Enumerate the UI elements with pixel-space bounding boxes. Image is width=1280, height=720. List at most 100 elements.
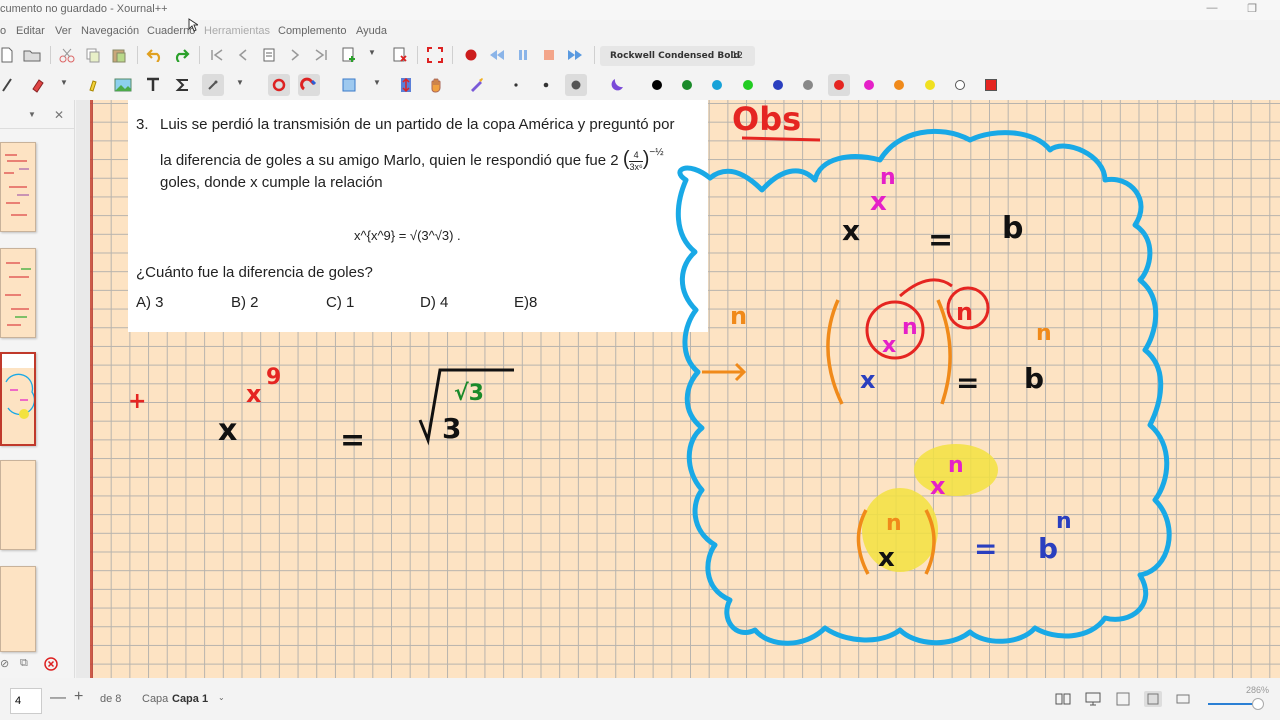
snap-grid-icon[interactable] <box>298 74 320 96</box>
page-count: de 8 <box>100 693 122 705</box>
color-swatch-10[interactable] <box>919 74 941 96</box>
cut-icon[interactable] <box>56 44 78 66</box>
color-swatch-3[interactable] <box>706 74 728 96</box>
ink-n-circled: n <box>902 315 918 340</box>
sidebar-actions: ⊘ ⧉ <box>0 653 75 677</box>
select-tool-icon[interactable] <box>202 74 224 96</box>
pen-tool-icon[interactable] <box>0 74 18 96</box>
record-icon[interactable] <box>460 44 482 66</box>
ink-nine: 9 <box>266 365 281 390</box>
shape-recognizer-icon[interactable] <box>268 74 290 96</box>
previous-page-icon[interactable] <box>232 44 254 66</box>
first-page-icon[interactable] <box>206 44 228 66</box>
insert-page-dropdown[interactable]: ▼ <box>368 48 376 57</box>
paste-icon[interactable] <box>108 44 130 66</box>
eraser-tool-icon[interactable] <box>26 74 48 96</box>
zoom-page-width-icon[interactable] <box>1174 691 1192 707</box>
page-layout-icon[interactable]: ⊘ <box>0 657 9 670</box>
next-page-icon[interactable] <box>284 44 306 66</box>
drawing-canvas[interactable]: 3. Luis se perdió la transmisión de un p… <box>76 100 1280 678</box>
color-swatch-1[interactable] <box>646 74 668 96</box>
window-title: cumento no guardado - Xournal++ <box>0 3 168 15</box>
cloud-outline <box>675 128 1172 646</box>
stop-icon[interactable] <box>538 44 560 66</box>
page-thumbnail-2[interactable] <box>0 248 36 338</box>
maximize-button[interactable]: ❐ <box>1242 2 1262 15</box>
color-swatch-9[interactable] <box>888 74 910 96</box>
minimize-button[interactable]: — <box>1202 2 1222 14</box>
menu-complemento[interactable]: Complemento <box>278 25 346 37</box>
default-tool-icon[interactable] <box>465 74 487 96</box>
color-swatch-2[interactable] <box>676 74 698 96</box>
page-thumbnail-4[interactable] <box>0 460 36 550</box>
delete-page-icon[interactable] <box>389 44 411 66</box>
layer-dropdown[interactable]: ⌄ <box>218 693 225 702</box>
page-thumbnail-3-current[interactable] <box>0 352 36 446</box>
close-sidebar-icon[interactable]: ✕ <box>54 108 64 122</box>
layer-selector[interactable]: Capa 1 <box>172 693 208 705</box>
duplicate-page-icon[interactable]: ⧉ <box>20 657 28 670</box>
color-swatch-8[interactable] <box>858 74 880 96</box>
new-document-icon[interactable] <box>0 44 18 66</box>
ink-equals-left: = <box>340 423 365 458</box>
page-thumbnail-5[interactable] <box>0 566 36 652</box>
menu-navegacion[interactable]: Navegación <box>81 25 139 37</box>
zoom-slider-handle[interactable] <box>1252 698 1264 710</box>
presentation-mode-icon[interactable] <box>1084 691 1102 707</box>
ink-n-b-rule3: n <box>1056 509 1072 534</box>
fullscreen-icon[interactable] <box>424 44 446 66</box>
menu-editar[interactable]: Editar <box>16 25 45 37</box>
page-increment-button[interactable]: + <box>74 688 83 706</box>
eraser-dropdown[interactable]: ▼ <box>60 78 68 87</box>
delete-page-sidebar-icon[interactable] <box>44 657 58 671</box>
menu-ayuda[interactable]: Ayuda <box>356 25 387 37</box>
zoom-level: 286% <box>1246 685 1270 695</box>
page-thumbnail-1[interactable] <box>0 142 36 232</box>
image-tool-icon[interactable] <box>112 74 134 96</box>
fill-icon[interactable] <box>606 74 628 96</box>
color-swatch-4[interactable] <box>737 74 759 96</box>
color-swatch-7[interactable] <box>828 74 850 96</box>
select-dropdown[interactable]: ▼ <box>236 78 244 87</box>
pen-size-thick-icon[interactable] <box>565 74 587 96</box>
page-number-input[interactable] <box>10 688 42 714</box>
font-selector-button[interactable]: Rockwell Condensed Bold 12 <box>600 46 755 66</box>
menu-ver[interactable]: Ver <box>55 25 72 37</box>
custom-color-button[interactable] <box>980 74 1002 96</box>
menu-herramientas[interactable]: Herramientas <box>204 25 270 37</box>
sidebar-dropdown[interactable]: ▼ <box>28 110 36 119</box>
goto-page-icon[interactable] <box>258 44 280 66</box>
text-tool-icon[interactable] <box>142 74 164 96</box>
title-bar: cumento no guardado - Xournal++ — ❐ <box>0 0 1280 20</box>
shape-dropdown[interactable]: ▼ <box>373 78 381 87</box>
fast-forward-icon[interactable] <box>564 44 586 66</box>
ink-x-circled: x <box>882 333 896 358</box>
zoom-100-icon[interactable] <box>1144 691 1162 707</box>
page-decrement-button[interactable]: — <box>50 689 66 707</box>
pause-icon[interactable] <box>512 44 534 66</box>
last-page-icon[interactable] <box>310 44 332 66</box>
color-swatch-11[interactable] <box>949 74 971 96</box>
highlighter-tool-icon[interactable] <box>82 74 104 96</box>
hand-tool-icon[interactable] <box>425 74 447 96</box>
grid-page[interactable]: 3. Luis se perdió la transmisión de un p… <box>90 100 1280 678</box>
zoom-slider-track[interactable] <box>1208 703 1258 705</box>
font-size: 12 <box>731 51 743 61</box>
rectangle-tool-icon[interactable] <box>338 74 360 96</box>
two-page-view-icon[interactable] <box>1054 691 1072 707</box>
redo-icon[interactable] <box>170 44 192 66</box>
copy-icon[interactable] <box>82 44 104 66</box>
vertical-space-icon[interactable] <box>395 74 417 96</box>
menu-archivo[interactable]: o <box>0 25 6 37</box>
color-swatch-5[interactable] <box>767 74 789 96</box>
undo-icon[interactable] <box>144 44 166 66</box>
color-swatch-6[interactable] <box>797 74 819 96</box>
insert-page-icon[interactable] <box>338 44 360 66</box>
pen-size-fine-icon[interactable] <box>505 74 527 96</box>
latex-tool-icon[interactable] <box>172 74 194 96</box>
obs-label: Obs <box>732 100 801 138</box>
open-folder-icon[interactable] <box>21 44 43 66</box>
zoom-fit-icon[interactable] <box>1114 691 1132 707</box>
rewind-icon[interactable] <box>486 44 508 66</box>
pen-size-medium-icon[interactable] <box>535 74 557 96</box>
